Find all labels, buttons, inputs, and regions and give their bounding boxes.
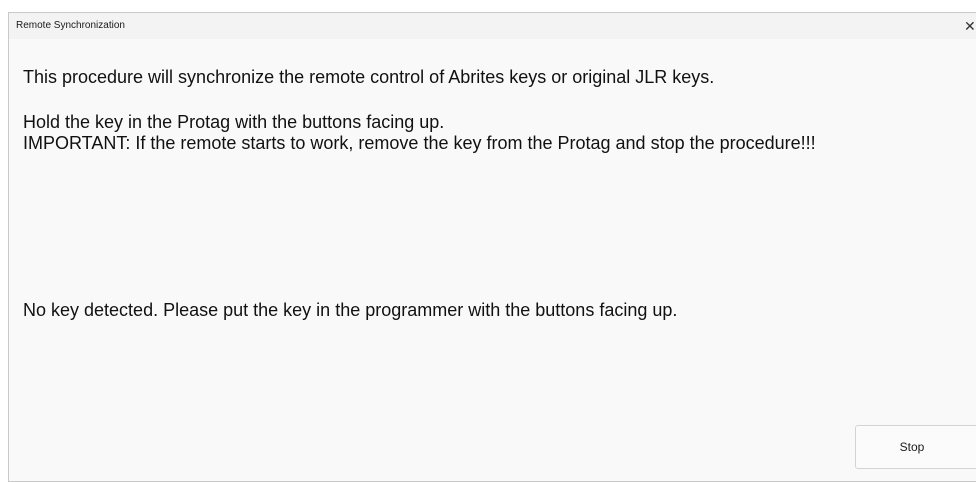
remote-sync-dialog: Remote Synchronization ✕ This procedure … — [8, 12, 976, 482]
window-title: Remote Synchronization — [16, 20, 125, 31]
dialog-content: This procedure will synchronize the remo… — [23, 39, 976, 481]
close-icon[interactable]: ✕ — [964, 17, 976, 35]
instruction-text: Hold the key in the Protag with the butt… — [23, 112, 445, 132]
status-message: No key detected. Please put the key in t… — [23, 300, 678, 320]
intro-text: This procedure will synchronize the remo… — [23, 67, 715, 87]
stop-button[interactable]: Stop — [855, 425, 976, 469]
warning-text: IMPORTANT: If the remote starts to work,… — [23, 133, 816, 153]
title-bar[interactable]: Remote Synchronization ✕ — [9, 13, 976, 39]
